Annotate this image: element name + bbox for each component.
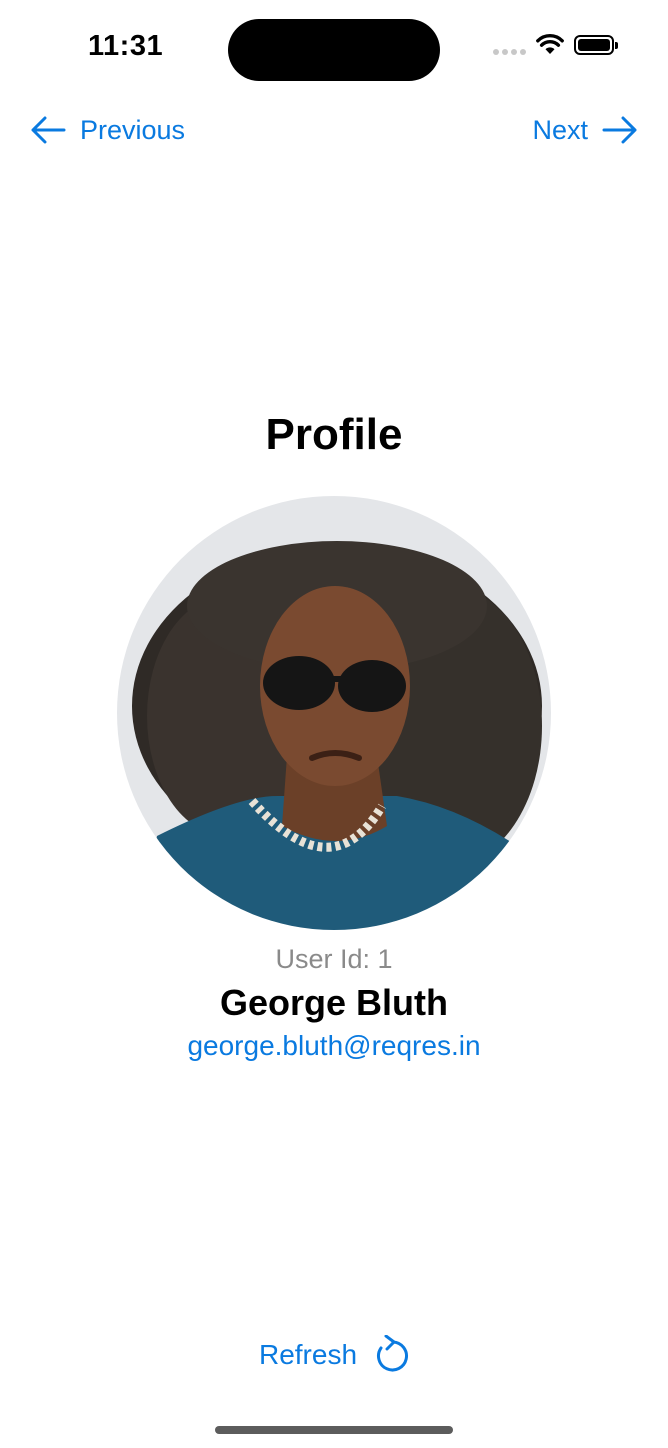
battery-icon [574, 35, 618, 55]
next-label: Next [532, 114, 588, 145]
status-time: 11:31 [88, 30, 164, 62]
avatar [117, 496, 551, 930]
dynamic-island [228, 19, 440, 81]
profile-screen: 11:31 Previous Next Profile User Id: 1 G… [0, 0, 668, 1448]
user-email-link[interactable]: george.bluth@reqres.in [0, 1030, 668, 1062]
signal-dots-icon [493, 35, 526, 55]
page-title: Profile [265, 410, 403, 459]
status-icons [493, 34, 618, 56]
refresh-icon [377, 1335, 409, 1372]
user-id-label: User Id: 1 [275, 944, 393, 974]
previous-button[interactable]: Previous [30, 108, 185, 152]
arrow-left-icon [31, 116, 66, 144]
refresh-button[interactable]: Refresh [0, 1332, 668, 1378]
user-name: George Bluth [219, 982, 448, 1023]
next-button[interactable]: Next [532, 108, 638, 152]
refresh-label: Refresh [258, 1339, 358, 1370]
wifi-icon [536, 34, 564, 54]
previous-label: Previous [80, 114, 186, 145]
arrow-right-icon [602, 116, 637, 144]
home-indicator [215, 1426, 453, 1434]
